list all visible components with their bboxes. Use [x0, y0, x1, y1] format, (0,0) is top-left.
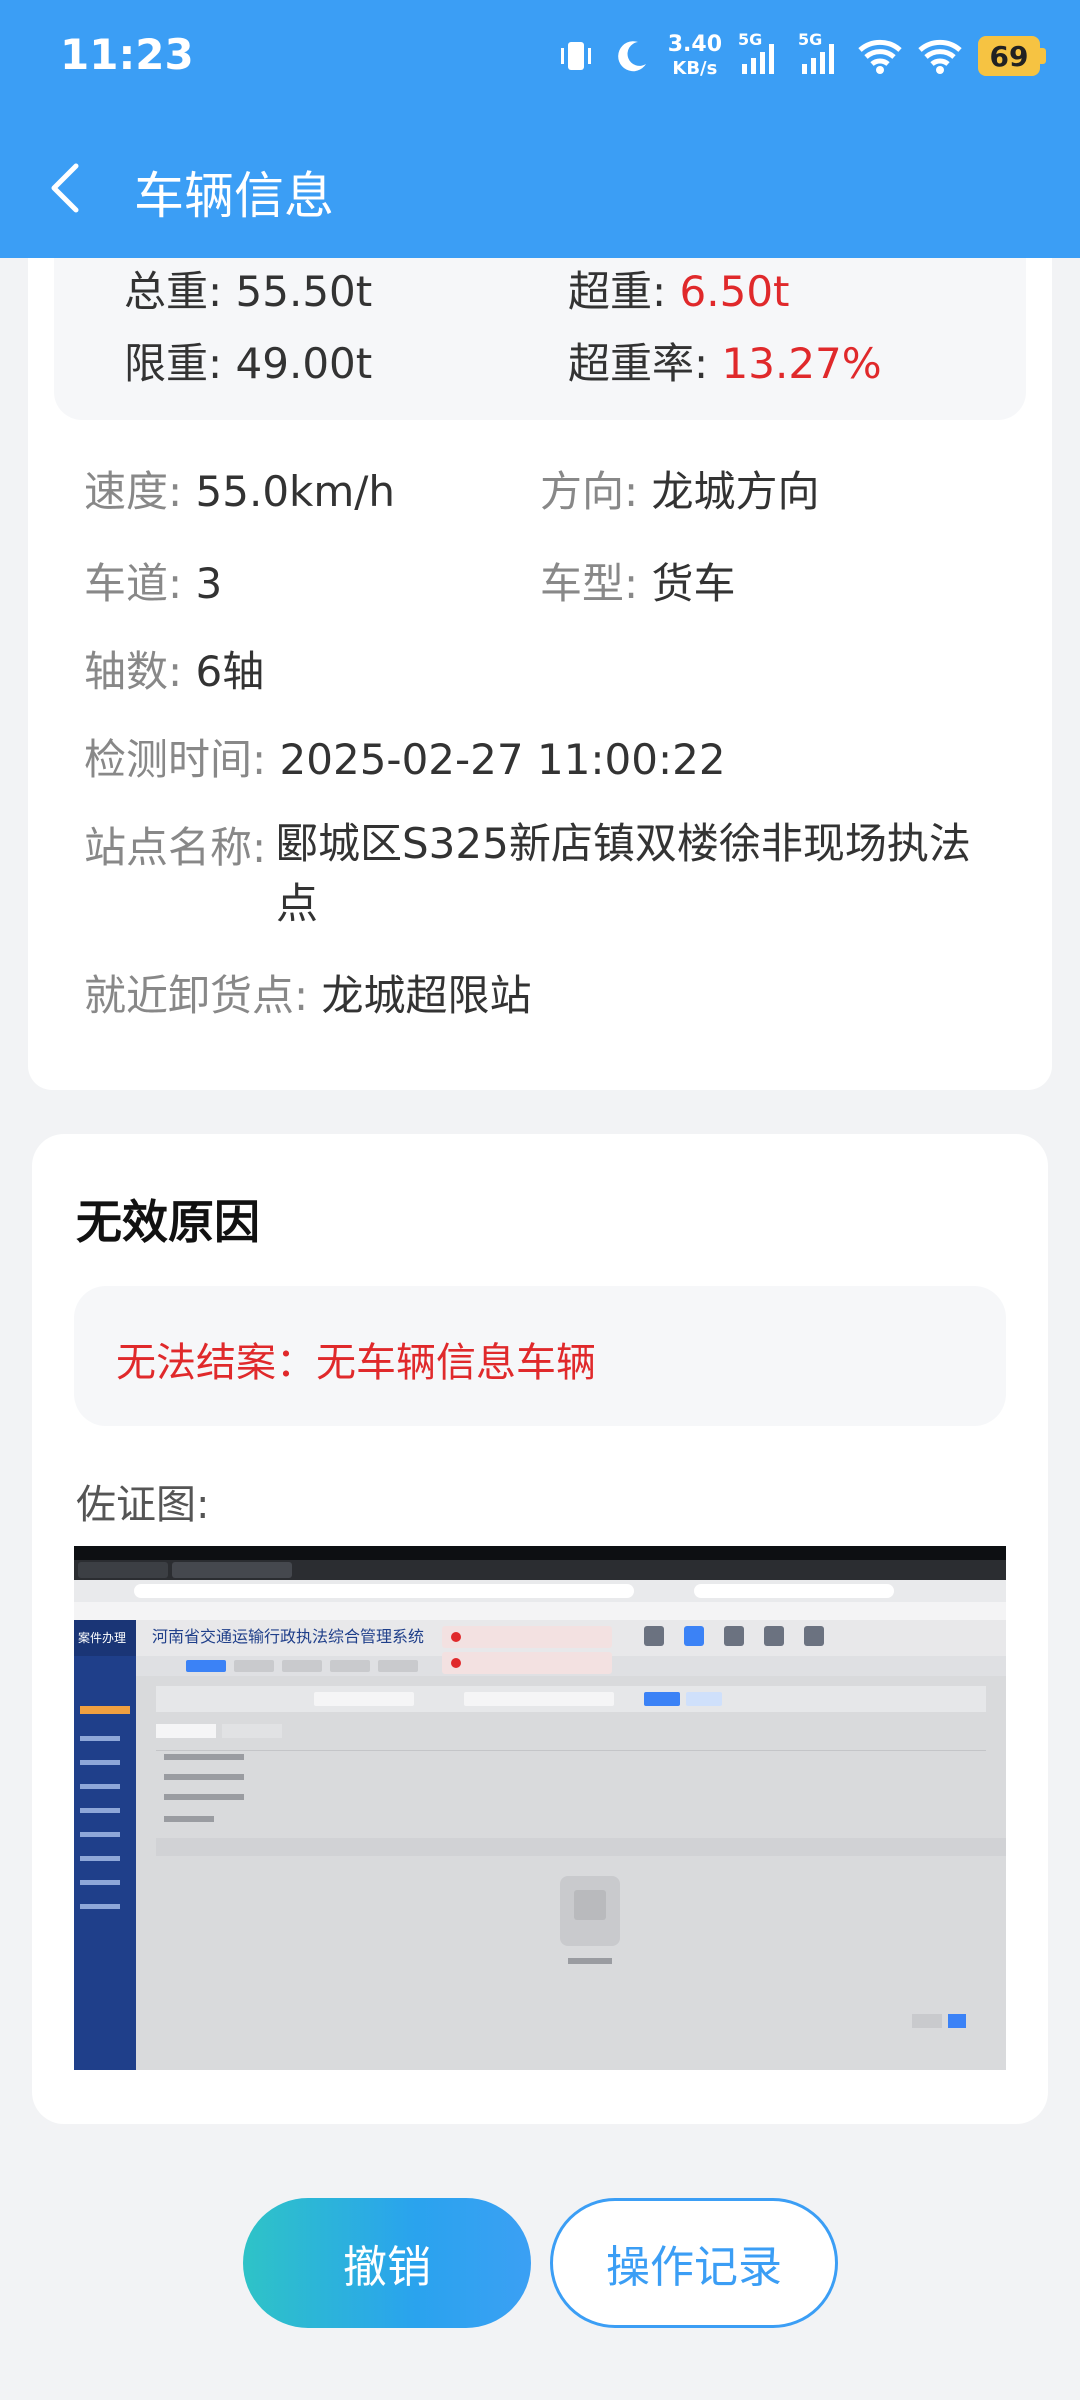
battery-level: 69: [989, 39, 1029, 73]
detect-time-label: 检测时间: [84, 735, 253, 784]
weight-summary: 总重: 55.50t 超重: 6.50t 限重: 49.00t 超重率: 13.…: [54, 258, 1026, 420]
unload-point-label: 就近卸货点: [84, 971, 295, 1020]
overweight-label: 超重: [568, 267, 653, 316]
net-speed-value: 3.40: [667, 32, 722, 57]
speed-row: 速度: 55.0km/h: [84, 467, 396, 516]
cancel-button[interactable]: 撤销: [243, 2198, 531, 2328]
overweight-rate-value: 13.27%: [721, 339, 882, 388]
vehicle-type-value: 货车: [651, 559, 736, 608]
wifi-icon: [858, 36, 902, 76]
overweight-value: 6.50t: [679, 267, 790, 316]
status-time: 11:23: [60, 30, 194, 79]
site-name-row: 站点名称:: [84, 823, 267, 872]
evidence-photo-image: 河南省交通运输行政执法综合管理系统 案件办理: [74, 1546, 1006, 2070]
battery-icon: 69: [978, 36, 1046, 76]
invalid-reason-card: 无效原因 无法结案：无车辆信息车辆 佐证图: 河南省交通运输行政执法综合管理系统…: [32, 1134, 1048, 2124]
detect-time-value: 2025-02-27 11:00:22: [279, 735, 726, 784]
total-weight-label: 总重: [124, 267, 209, 316]
page-header: 车辆信息: [0, 118, 1080, 258]
top-bar: 11:23 3.40 KB/s 5G 5G 69 车辆信息: [0, 0, 1080, 258]
photo-system-title: 河南省交通运输行政执法综合管理系统: [152, 1627, 424, 1646]
speed-label: 速度: [84, 467, 169, 516]
vehicle-type-row: 车型: 货车: [540, 559, 736, 608]
site-name-line1: 郾城区S325新店镇双楼徐非现场执法: [276, 819, 971, 868]
limit-weight-label: 限重: [124, 339, 209, 388]
evidence-photo[interactable]: 河南省交通运输行政执法综合管理系统 案件办理: [74, 1546, 1006, 2070]
axle-value: 6轴: [195, 647, 265, 696]
limit-weight-value: 49.00t: [235, 339, 373, 388]
unload-point-value: 龙城超限站: [321, 971, 532, 1020]
unload-point-row: 就近卸货点: 龙城超限站: [84, 971, 532, 1020]
vehicle-type-label: 车型: [540, 559, 625, 608]
photo-side-title: 案件办理: [78, 1630, 126, 1645]
total-weight-value: 55.50t: [235, 267, 373, 316]
lane-label: 车道: [84, 559, 169, 608]
axle-row: 轴数: 6轴: [84, 647, 265, 696]
direction-value: 龙城方向: [651, 467, 820, 516]
signal-icon: 5G: [738, 30, 782, 78]
net-speed-unit: KB/s: [672, 58, 718, 79]
vehicle-info-card: 总重: 55.50t 超重: 6.50t 限重: 49.00t 超重率: 13.…: [28, 258, 1052, 1090]
axle-label: 轴数: [84, 647, 169, 696]
back-icon[interactable]: [38, 156, 94, 220]
status-icons: 3.40 KB/s 5G 5G 69: [556, 28, 1046, 84]
evidence-label: 佐证图:: [76, 1482, 210, 1528]
reason-text: 无法结案：无车辆信息车辆: [116, 1340, 596, 1386]
lane-value: 3: [195, 559, 223, 608]
limit-weight-row: 限重: 49.00t: [124, 339, 373, 388]
net-speed: 3.40 KB/s: [668, 34, 722, 78]
direction-label: 方向: [540, 467, 625, 516]
speed-value: 55.0km/h: [195, 467, 396, 516]
total-weight-row: 总重: 55.50t: [124, 267, 373, 316]
operation-log-label: 操作记录: [606, 2242, 782, 2293]
overweight-rate-label: 超重率: [568, 339, 695, 388]
section-title: 无效原因: [76, 1195, 260, 1249]
overweight-rate-row: 超重率: 13.27%: [568, 339, 882, 388]
signal-icon-2: 5G: [798, 30, 842, 78]
page-title: 车辆信息: [134, 167, 334, 225]
direction-row: 方向: 龙城方向: [540, 467, 820, 516]
moon-icon: [612, 36, 652, 76]
site-name-value: 郾城区S325新店镇双楼徐非现场执法 点: [276, 814, 971, 934]
site-name-line2: 点: [276, 879, 319, 928]
reason-box: 无法结案：无车辆信息车辆: [74, 1286, 1006, 1426]
cancel-button-label: 撤销: [343, 2242, 431, 2293]
operation-log-button[interactable]: 操作记录: [550, 2198, 838, 2328]
site-name-label: 站点名称: [84, 823, 253, 872]
vibrate-icon: [556, 36, 596, 76]
detect-time-row: 检测时间: 2025-02-27 11:00:22: [84, 735, 726, 784]
status-bar: 11:23 3.40 KB/s 5G 5G 69: [0, 0, 1080, 118]
wifi-icon-2: [918, 36, 962, 76]
overweight-row: 超重: 6.50t: [568, 267, 790, 316]
lane-row: 车道: 3: [84, 559, 223, 608]
